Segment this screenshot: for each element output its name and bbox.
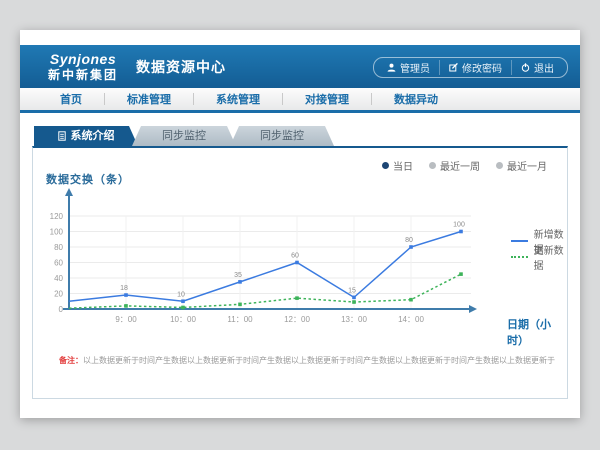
footnote-text: 以上数据更新于时间产生数据以上数据更新于时间产生数据以上数据更新于时间产生数据以… <box>83 356 555 365</box>
admin-user-button[interactable]: 管理员 <box>378 60 439 75</box>
chart-legend: 新增数据 更新数据 <box>511 233 567 265</box>
line-chart: 0 20 40 60 80 100 120 9：00 10：00 11：00 12：00 13：00 1… <box>33 186 569 354</box>
tab-sync-monitor-1[interactable]: 同步监控 <box>132 126 236 146</box>
svg-text:15: 15 <box>348 287 356 294</box>
radio-last-month[interactable]: 最近一月 <box>496 158 547 173</box>
radio-last-week-label: 最近一周 <box>440 158 480 173</box>
svg-text:10：00: 10：00 <box>170 315 196 324</box>
time-range-selector: 当日 最近一周 最近一月 <box>382 158 547 173</box>
radio-today[interactable]: 当日 <box>382 158 413 173</box>
svg-text:0: 0 <box>59 305 64 314</box>
svg-text:18: 18 <box>120 285 128 292</box>
app-window: Synjones 新中新集团 数据资源中心 管理员 修改密码 退出 <box>20 30 580 418</box>
desktop-background: Synjones 新中新集团 数据资源中心 管理员 修改密码 退出 <box>0 0 600 450</box>
radio-last-month-label: 最近一月 <box>507 158 547 173</box>
tab-sync-monitor-2[interactable]: 同步监控 <box>230 126 334 146</box>
svg-text:20: 20 <box>54 290 63 299</box>
svg-text:80: 80 <box>405 237 413 244</box>
nav-item-integration-management[interactable]: 对接管理 <box>283 91 371 107</box>
legend-line-dotted <box>511 256 528 258</box>
nav-item-data-changes[interactable]: 数据异动 <box>372 91 460 107</box>
svg-text:10: 10 <box>177 291 185 298</box>
svg-text:11：00: 11：00 <box>227 315 253 324</box>
footnote-label: 备注： <box>59 356 83 365</box>
svg-text:40: 40 <box>54 274 63 283</box>
brand-logo-text: Synjones <box>48 52 118 66</box>
svg-text:9：00: 9：00 <box>115 315 137 324</box>
main-navigation: 首页 标准管理 系统管理 对接管理 数据异动 <box>20 88 580 113</box>
footnote: 备注：以上数据更新于时间产生数据以上数据更新于时间产生数据以上数据更新于时间产生… <box>59 355 555 366</box>
svg-text:14：00: 14：00 <box>398 315 424 324</box>
power-icon <box>521 63 530 72</box>
brand-logo: Synjones 新中新集团 <box>48 52 118 81</box>
edit-icon <box>449 63 458 72</box>
radio-dot <box>382 162 389 169</box>
brand-logo-subtext: 新中新集团 <box>48 69 118 81</box>
radio-today-label: 当日 <box>393 158 413 173</box>
page-top-margin <box>20 30 580 45</box>
tab-system-intro-label: 系统介绍 <box>71 126 115 146</box>
page-title: 数据资源中心 <box>136 57 226 77</box>
radio-last-week[interactable]: 最近一周 <box>429 158 480 173</box>
change-password-button[interactable]: 修改密码 <box>439 60 511 75</box>
app-header: Synjones 新中新集团 数据资源中心 管理员 修改密码 退出 <box>20 45 580 88</box>
legend-updated-data: 更新数据 <box>511 249 567 265</box>
radio-dot <box>496 162 503 169</box>
svg-text:100: 100 <box>50 228 64 237</box>
legend-line-solid <box>511 240 528 242</box>
admin-user-label: 管理员 <box>400 60 430 75</box>
x-axis-title: 日期（小时） <box>507 316 567 348</box>
user-toolbar: 管理员 修改密码 退出 <box>373 57 568 78</box>
chart-panel: 当日 最近一周 最近一月 数据交换（条） 0 20 40 60 80 100 120 9：00… <box>32 146 568 399</box>
svg-text:12：00: 12：00 <box>284 315 310 324</box>
nav-item-standard-management[interactable]: 标准管理 <box>105 91 193 107</box>
svg-text:60: 60 <box>54 259 63 268</box>
nav-item-system-management[interactable]: 系统管理 <box>194 91 282 107</box>
svg-text:100: 100 <box>453 222 465 229</box>
tab-bar: 系统介绍 同步监控 同步监控 <box>34 126 580 146</box>
tab-system-intro[interactable]: 系统介绍 <box>34 126 138 146</box>
user-icon <box>387 63 396 72</box>
svg-text:60: 60 <box>291 253 299 260</box>
y-axis-title: 数据交换（条） <box>46 171 130 187</box>
nav-item-home[interactable]: 首页 <box>38 91 104 107</box>
change-password-label: 修改密码 <box>462 60 502 75</box>
svg-text:35: 35 <box>234 272 242 279</box>
svg-text:80: 80 <box>54 243 63 252</box>
logout-label: 退出 <box>534 60 554 75</box>
document-icon <box>58 131 66 141</box>
radio-dot <box>429 162 436 169</box>
logout-button[interactable]: 退出 <box>511 60 563 75</box>
svg-text:120: 120 <box>50 212 64 221</box>
legend-updated-data-label: 更新数据 <box>534 242 567 272</box>
svg-text:13：00: 13：00 <box>341 315 367 324</box>
